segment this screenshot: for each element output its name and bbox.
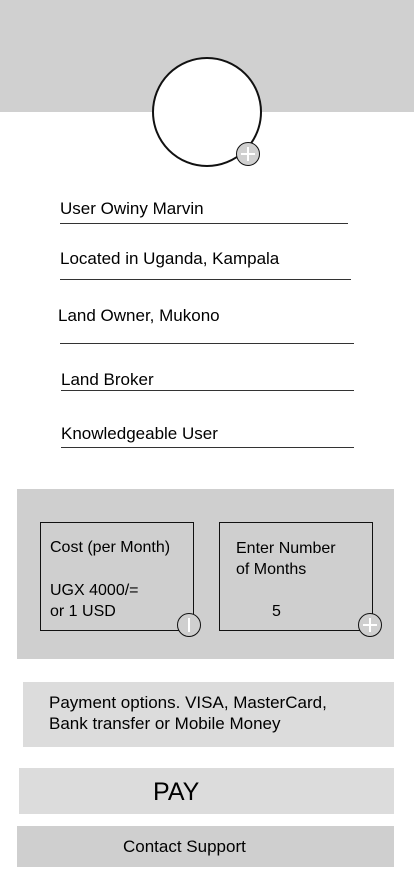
decrease-button[interactable] bbox=[177, 613, 201, 637]
add-photo-button[interactable] bbox=[236, 142, 260, 166]
location-field[interactable]: Located in Uganda, Kampala bbox=[60, 249, 279, 269]
months-box[interactable]: Enter Number of Months 5 bbox=[219, 522, 373, 631]
increase-button[interactable] bbox=[358, 613, 382, 637]
divider bbox=[60, 343, 354, 344]
user-name-field[interactable]: User Owiny Marvin bbox=[60, 199, 204, 219]
pay-label: PAY bbox=[153, 778, 200, 806]
subscription-panel: Cost (per Month) UGX 4000/= or 1 USD Ent… bbox=[17, 489, 394, 659]
months-label: Enter Number bbox=[236, 540, 336, 557]
divider bbox=[61, 390, 354, 391]
payment-options: Payment options. VISA, MasterCard, Bank … bbox=[23, 682, 394, 747]
minus-icon bbox=[188, 618, 190, 632]
cost-price-usd: or 1 USD bbox=[50, 603, 116, 620]
pay-button[interactable]: PAY bbox=[19, 768, 394, 814]
cost-price: UGX 4000/= bbox=[50, 582, 139, 599]
contact-support-button[interactable]: Contact Support bbox=[17, 826, 394, 867]
payment-options-text-2: Bank transfer or Mobile Money bbox=[49, 714, 281, 733]
land-owner-field[interactable]: Land Owner, Mukono bbox=[58, 306, 220, 326]
divider bbox=[60, 223, 348, 224]
divider bbox=[61, 447, 354, 448]
contact-support-label: Contact Support bbox=[123, 837, 246, 856]
months-label-2: of Months bbox=[236, 561, 307, 578]
experience-field[interactable]: Knowledgeable User bbox=[61, 424, 218, 444]
divider bbox=[60, 279, 351, 280]
cost-label: Cost (per Month) bbox=[50, 539, 171, 556]
cost-box: Cost (per Month) UGX 4000/= or 1 USD bbox=[40, 522, 194, 631]
payment-options-text: Payment options. VISA, MasterCard, bbox=[49, 693, 327, 712]
months-input[interactable]: 5 bbox=[272, 601, 281, 622]
role-field[interactable]: Land Broker bbox=[61, 370, 154, 390]
